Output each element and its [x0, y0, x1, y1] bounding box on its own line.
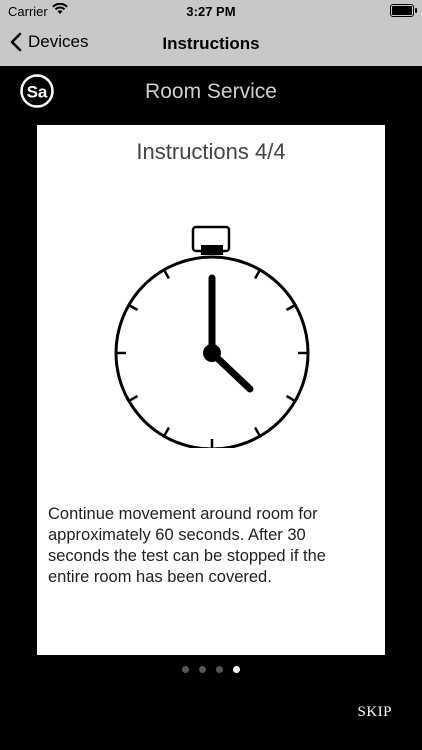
page-dot[interactable] — [182, 666, 189, 673]
status-bar: Carrier 3:27 PM — [0, 0, 422, 22]
instruction-card: Instructions 4/4 Continue movement aroun… — [37, 125, 385, 655]
page-dot[interactable] — [216, 666, 223, 673]
battery-icon — [390, 4, 417, 17]
page-indicator[interactable] — [0, 666, 422, 673]
page-dot[interactable] — [233, 666, 240, 673]
instruction-text: Continue movement around room for approx… — [48, 505, 326, 586]
top-bar: Carrier 3:27 PM Devices Instructions — [0, 0, 422, 66]
skip-button[interactable]: SKIP — [357, 704, 392, 721]
screen-header: Sa Room Service — [0, 66, 422, 118]
card-title: Instructions 4/4 — [136, 139, 286, 164]
status-time: 3:27 PM — [186, 4, 236, 19]
header-title: Room Service — [145, 80, 277, 103]
nav-title: Instructions — [162, 34, 260, 53]
stopwatch-icon — [112, 223, 312, 451]
page-dot[interactable] — [199, 666, 206, 673]
navigation-bar: Devices Instructions — [0, 22, 422, 66]
